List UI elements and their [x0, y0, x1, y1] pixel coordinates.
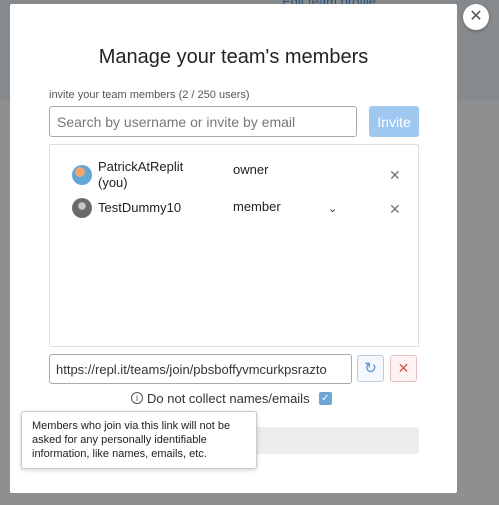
close-icon: ✕ — [469, 8, 483, 25]
member-row-patrickatreplit: PatrickAtReplit (you) owner ✕ — [50, 158, 418, 192]
revoke-link-button[interactable]: ✕ — [390, 355, 417, 382]
member-name: PatrickAtReplit (you) — [98, 159, 184, 190]
role-select[interactable]: member — [233, 199, 281, 214]
chevron-down-icon[interactable]: ⌄ — [328, 202, 337, 215]
invite-button[interactable]: Invite — [369, 106, 419, 137]
modal-title: Manage your team's members — [98, 46, 369, 68]
close-modal-button[interactable]: ✕ — [463, 4, 489, 30]
member-name: TestDummy10 — [98, 200, 182, 215]
member-row-testdummy10: TestDummy10 member ⌄ ✕ — [50, 195, 418, 229]
avatar — [72, 198, 92, 218]
avatar — [72, 165, 92, 185]
member-role: owner — [233, 162, 269, 177]
refresh-icon: ↻ — [364, 360, 377, 377]
remove-member-button[interactable]: ✕ — [389, 167, 401, 184]
remove-member-button[interactable]: ✕ — [389, 201, 401, 218]
close-icon: ✕ — [389, 201, 401, 217]
regenerate-link-button[interactable]: ↻ — [357, 355, 384, 382]
collect-label: Do not collect names/emails — [147, 391, 310, 406]
info-icon[interactable]: i — [131, 392, 143, 404]
close-icon: ✕ — [389, 167, 401, 183]
members-list: PatrickAtReplit (you) owner ✕ TestDummy1… — [49, 144, 419, 347]
info-tooltip: Members who join via this link will not … — [21, 411, 257, 469]
collect-checkbox[interactable]: ✓ — [319, 392, 332, 405]
close-icon: ✕ — [397, 360, 410, 376]
invite-label: invite your team members (2 / 250 users) — [49, 89, 250, 101]
invite-link-field[interactable] — [49, 354, 352, 384]
search-input[interactable] — [49, 106, 357, 137]
